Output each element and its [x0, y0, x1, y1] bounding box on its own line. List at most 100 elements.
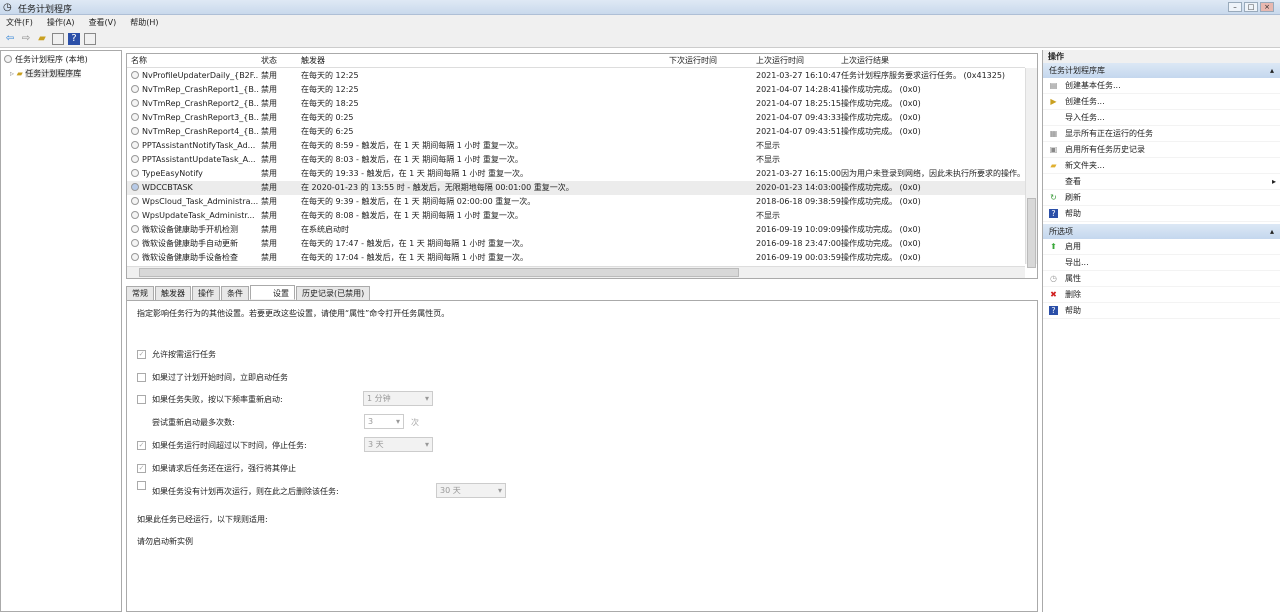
column-trigger[interactable]: 触发器 [301, 54, 325, 68]
action-label: 新文件夹... [1065, 161, 1105, 170]
allow-demand-checkbox[interactable]: ✓ [137, 350, 146, 359]
action-item[interactable]: ▰ 新文件夹... [1043, 158, 1280, 174]
task-clock-icon [131, 113, 139, 121]
cell-text: 操作成功完成。 (0x0) [841, 85, 921, 94]
restart-attempts-input[interactable]: 3 [364, 414, 404, 429]
action-item[interactable]: 导出... [1043, 255, 1280, 271]
menu-view[interactable]: 查看(V) [89, 17, 117, 28]
delete-if-label: 如果任务没有计划再次运行，则在此之后删除该任务: [152, 487, 339, 496]
delete-if-checkbox[interactable] [137, 481, 146, 490]
column-name[interactable]: 名称 [131, 54, 259, 68]
help-icon[interactable]: ? [68, 32, 80, 45]
maximize-button[interactable]: □ [1244, 2, 1258, 12]
table-row[interactable]: 微软设备健康助手自动更新 禁用 在每天的 17:47 - 触发后，在 1 天 期间每… [127, 237, 1025, 251]
table-row[interactable]: WDCCBTASK 禁用 在 2020-01-23 的 13:55 时 - 触发后，… [127, 181, 1025, 195]
cell-text: PPTAssistantUpdateTask_A... [142, 155, 256, 164]
tab-history[interactable]: 历史记录(已禁用) [296, 286, 371, 300]
table-row[interactable]: 微软设备健康助手设备检查 禁用 在每天的 17:04 - 触发后，在 1 天 期间每… [127, 251, 1025, 265]
tree-root-label: 任务计划程序 (本地) [15, 55, 88, 64]
section-selected-header[interactable]: 所选项 [1043, 224, 1280, 239]
show-hide-tree-icon[interactable] [52, 32, 64, 45]
task-last-run: 2021-04-07 09:43:33 [756, 111, 841, 125]
tree-item-library[interactable]: ▹ ▰ 任务计划程序库 [4, 68, 118, 79]
task-name: WpsCloud_Task_Administra... [131, 195, 259, 209]
task-last-result: 操作成功完成。 (0x0) [841, 83, 921, 97]
action-item[interactable]: ? 帮助 [1043, 303, 1280, 319]
column-status[interactable]: 状态 [261, 54, 277, 68]
action-item[interactable]: ⬆ 启用 [1043, 239, 1280, 255]
action-item[interactable]: ? 帮助 [1043, 206, 1280, 222]
back-icon[interactable]: ⇦ [4, 33, 16, 45]
restart-interval-dropdown[interactable]: 1 分钟 [363, 391, 433, 406]
menu-file[interactable]: 文件(F) [6, 17, 33, 28]
table-row[interactable]: NvTmRep_CrashReport4_{B... 禁用 在每天的 6:25 202… [127, 125, 1025, 139]
cell-text: 2020-01-23 14:03:00 [756, 183, 841, 192]
table-row[interactable]: WpsUpdateTask_Administr... 禁用 在每天的 8:08 - … [127, 209, 1025, 223]
action-item[interactable]: ↻ 刷新 [1043, 190, 1280, 206]
table-row[interactable]: NvProfileUpdaterDaily_{B2F... 禁用 在每天的 12:2… [127, 69, 1025, 83]
table-row[interactable]: TypeEasyNotify 禁用 在每天的 19:33 - 触发后，在 1 天 期… [127, 167, 1025, 181]
cell-text: 在每天的 18:25 [301, 99, 359, 108]
task-name: NvTmRep_CrashReport3_{B... [131, 111, 259, 125]
force-stop-checkbox[interactable]: ✓ [137, 464, 146, 473]
section-library-header[interactable]: 任务计划程序库 [1043, 63, 1280, 78]
cell-text: 因为用户未登录到网络，因此未执行所要求的操作。 [841, 169, 1025, 178]
menu-help[interactable]: 帮助(H) [130, 17, 158, 28]
task-last-result: 操作成功完成。 (0x0) [841, 125, 921, 139]
help-icon: ? [1049, 209, 1058, 218]
tab-actions[interactable]: 操作 [192, 286, 220, 300]
cell-text: 微软设备健康助手设备检查 [142, 253, 238, 262]
app-clock-icon: ◷ [3, 2, 12, 13]
action-item[interactable]: ◷ 属性 [1043, 271, 1280, 287]
action-item[interactable]: ▤ 创建基本任务... [1043, 78, 1280, 94]
cell-text: 2021-03-27 16:10:47 [756, 71, 841, 80]
close-button[interactable]: × [1260, 2, 1274, 12]
action-label: 帮助 [1065, 209, 1081, 218]
table-row[interactable]: NvTmRep_CrashReport1_{B... 禁用 在每天的 12:25 20… [127, 83, 1025, 97]
column-last-run[interactable]: 上次运行时间 [756, 54, 804, 68]
detail-tabs: 常规 触发器 操作 条件 设置 历史记录(已禁用) [126, 285, 1038, 301]
table-row[interactable]: PPTAssistantUpdateTask_A... 禁用 在每天的 8:03 -… [127, 153, 1025, 167]
action-label: 删除 [1065, 290, 1081, 299]
task-trigger: 在每天的 8:03 - 触发后，在 1 天 期间每隔 1 小时 重复一次。 [301, 153, 523, 167]
tree-root[interactable]: 任务计划程序 (本地) [4, 54, 118, 65]
action-item[interactable]: 查看 ▸ [1043, 174, 1280, 190]
task-last-result: 操作成功完成。 (0x0) [841, 111, 921, 125]
forward-icon[interactable]: ⇨ [20, 33, 32, 45]
action-item[interactable]: ▣ 启用所有任务历史记录 [1043, 142, 1280, 158]
tab-settings[interactable]: 设置 [250, 285, 295, 300]
table-row[interactable]: WpsCloud_Task_Administra... 禁用 在每天的 9:39 -… [127, 195, 1025, 209]
table-row[interactable]: NvTmRep_CrashReport3_{B... 禁用 在每天的 0:25 202… [127, 111, 1025, 125]
task-status: 禁用 [261, 195, 277, 209]
tab-triggers[interactable]: 触发器 [155, 286, 191, 300]
table-row[interactable]: PPTAssistantNotifyTask_Ad... 禁用 在每天的 8:59 … [127, 139, 1025, 153]
action-item[interactable]: ▦ 显示所有正在运行的任务 [1043, 126, 1280, 142]
stop-long-checkbox[interactable]: ✓ [137, 441, 146, 450]
column-next-run[interactable]: 下次运行时间 [669, 54, 717, 68]
action-item[interactable]: 导入任务... [1043, 110, 1280, 126]
task-trigger: 在每天的 17:04 - 触发后，在 1 天 期间每隔 1 小时 重复一次。 [301, 251, 528, 265]
minimize-button[interactable]: – [1228, 2, 1242, 12]
task-clock-icon [131, 211, 139, 219]
delete-after-dropdown[interactable]: 30 天 [436, 483, 506, 498]
cell-text: 2021-04-07 09:43:33 [756, 113, 841, 122]
table-row[interactable]: NvTmRep_CrashReport2_{B... 禁用 在每天的 18:25 20… [127, 97, 1025, 111]
tab-general[interactable]: 常规 [126, 286, 154, 300]
run-missed-checkbox[interactable] [137, 373, 146, 382]
vertical-scrollbar[interactable] [1025, 68, 1037, 268]
action-item[interactable]: ✖ 删除 [1043, 287, 1280, 303]
task-status: 禁用 [261, 111, 277, 125]
task-last-run: 不显示 [756, 153, 780, 167]
table-row[interactable]: 微软设备健康助手开机检测 禁用 在系统启动时 2016-09-19 10:09:09 操… [127, 223, 1025, 237]
tab-conditions[interactable]: 条件 [221, 286, 249, 300]
restart-fail-checkbox[interactable] [137, 395, 146, 404]
menu-action[interactable]: 操作(A) [47, 17, 75, 28]
horizontal-scrollbar[interactable] [127, 266, 1025, 278]
show-hide-action-pane-icon[interactable] [84, 32, 96, 45]
folder-up-icon[interactable]: ▰ [36, 33, 48, 45]
stop-long-dropdown[interactable]: 3 天 [364, 437, 433, 452]
action-item[interactable]: ▶ 创建任务... [1043, 94, 1280, 110]
task-clock-icon [131, 225, 139, 233]
task-trigger: 在每天的 18:25 [301, 97, 359, 111]
column-last-result[interactable]: 上次运行结果 [841, 54, 889, 68]
